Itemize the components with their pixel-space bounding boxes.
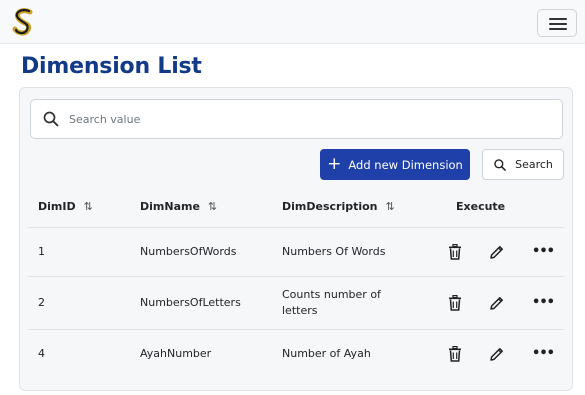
- hamburger-menu-button[interactable]: [537, 9, 577, 37]
- trash-icon[interactable]: [445, 242, 465, 262]
- cell-dimid: 2: [38, 296, 45, 309]
- add-dimension-button[interactable]: + Add new Dimension: [320, 149, 470, 180]
- cell-dimdescription: Number of Ayah: [282, 347, 371, 360]
- search-box[interactable]: [30, 99, 563, 139]
- table-row: 4 AyahNumber Number of Ayah •••: [28, 330, 564, 378]
- cell-dimdescription: Counts number of letters: [282, 288, 381, 317]
- column-header-dimdescription[interactable]: DimDescription ⇅: [282, 200, 395, 213]
- column-label: DimDescription: [282, 200, 378, 213]
- column-label: DimID: [38, 200, 76, 213]
- column-header-dimname[interactable]: DimName ⇅: [140, 200, 217, 213]
- cell-dimname: NumbersOfWords: [140, 245, 237, 258]
- search-icon: [494, 158, 506, 171]
- table-row: 2 NumbersOfLetters Counts number of lett…: [28, 277, 564, 330]
- more-dots-icon[interactable]: •••: [532, 343, 555, 363]
- column-header-dimid[interactable]: DimID ⇅: [38, 200, 93, 213]
- pencil-icon[interactable]: [486, 344, 506, 364]
- cell-dimid: 4: [38, 347, 45, 360]
- s-logo-icon[interactable]: [8, 6, 42, 38]
- column-header-execute: Execute: [456, 200, 505, 213]
- search-input[interactable]: [69, 108, 549, 130]
- hamburger-line: [549, 28, 567, 30]
- more-dots-icon[interactable]: •••: [532, 292, 555, 312]
- search-icon: [43, 111, 59, 127]
- column-label: DimName: [140, 200, 200, 213]
- dimension-card: + Add new Dimension Search DimID ⇅ DimNa…: [19, 87, 573, 391]
- add-dimension-label: Add new Dimension: [348, 157, 463, 172]
- pencil-icon[interactable]: [486, 242, 506, 262]
- table-header: DimID ⇅ DimName ⇅ DimDescription ⇅ Execu…: [28, 186, 564, 228]
- cell-dimname: AyahNumber: [140, 347, 212, 360]
- page-title: Dimension List: [21, 54, 202, 79]
- plus-icon: +: [327, 154, 342, 174]
- column-label: Execute: [456, 200, 506, 213]
- pencil-icon[interactable]: [486, 293, 506, 313]
- trash-icon[interactable]: [445, 344, 465, 364]
- sort-icon[interactable]: ⇅: [386, 200, 395, 213]
- sort-icon[interactable]: ⇅: [84, 200, 93, 213]
- cell-dimname: NumbersOfLetters: [140, 296, 241, 309]
- cell-dimdescription: Numbers Of Words: [282, 245, 386, 258]
- search-button[interactable]: Search: [482, 149, 564, 180]
- hamburger-menu-icon: [549, 18, 567, 20]
- sort-icon[interactable]: ⇅: [208, 200, 217, 213]
- top-navbar: [0, 0, 585, 44]
- hamburger-line: [549, 23, 567, 25]
- trash-icon[interactable]: [445, 293, 465, 313]
- cell-dimid: 1: [38, 245, 45, 258]
- table-row: 1 NumbersOfWords Numbers Of Words •••: [28, 228, 564, 277]
- more-dots-icon[interactable]: •••: [532, 241, 555, 261]
- search-button-label: Search: [515, 158, 553, 171]
